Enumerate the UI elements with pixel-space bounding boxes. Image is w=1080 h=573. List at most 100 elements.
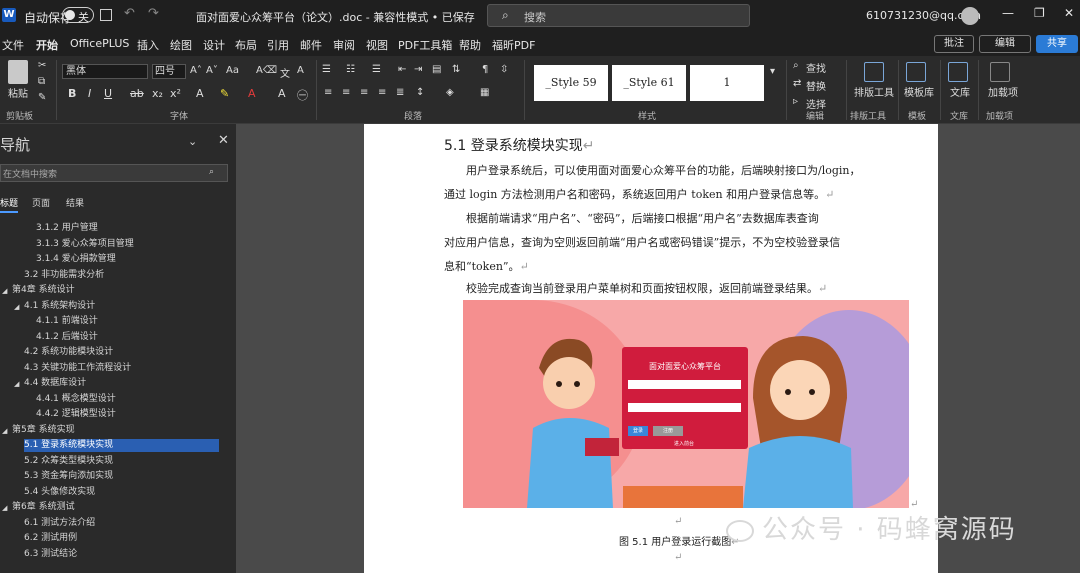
- chinese-layout-icon[interactable]: ▤: [432, 64, 441, 75]
- template-lib-icon[interactable]: [906, 62, 926, 82]
- shrink-font-icon[interactable]: A˅: [206, 65, 218, 76]
- paragraph-line[interactable]: 对应用户信息，查询为空则返回前端“用户名或密码错误”提示，不为空校验登录信: [444, 234, 840, 250]
- enclose-char-icon[interactable]: ㊀: [297, 87, 308, 103]
- justify-icon[interactable]: ≡: [378, 87, 386, 98]
- paragraph-line[interactable]: 校验完成查询当前登录用户菜单树和页面按钮权限，返回前端登录结果。↵: [466, 280, 827, 296]
- tab-design[interactable]: 设计: [203, 37, 225, 53]
- select-icon[interactable]: ▹: [793, 96, 798, 107]
- save-icon[interactable]: [100, 9, 112, 21]
- font-name-select[interactable]: 黑体: [62, 64, 148, 79]
- figure-caption[interactable]: 图 5.1 用户登录运行截图↵: [619, 533, 740, 548]
- expand-triangle-icon[interactable]: ◢: [2, 504, 7, 512]
- nav-heading-item[interactable]: 4.4.2 逻辑模型设计: [36, 408, 116, 421]
- tab-results[interactable]: 结果: [66, 196, 84, 209]
- tab-draw[interactable]: 绘图: [170, 37, 192, 53]
- tab-layout[interactable]: 布局: [235, 37, 257, 53]
- undo-icon[interactable]: ↶: [124, 6, 135, 21]
- replace-icon[interactable]: ⇄: [793, 78, 801, 89]
- clear-format-icon[interactable]: A⌫: [256, 65, 277, 76]
- show-marks-icon[interactable]: ¶: [482, 64, 488, 75]
- tab-insert[interactable]: 插入: [137, 37, 159, 53]
- edit-mode-button[interactable]: 编辑: [979, 35, 1031, 53]
- tab-officeplus[interactable]: OfficePLUS: [70, 37, 129, 50]
- nav-heading-item[interactable]: 6.1 测试方法介绍: [24, 517, 95, 530]
- underline-icon[interactable]: U: [104, 87, 112, 100]
- nav-heading-item[interactable]: 5.2 众筹类型模块实现: [24, 455, 113, 468]
- text-effects-icon[interactable]: A: [196, 87, 204, 100]
- nav-heading-item[interactable]: 4.1 系统架构设计: [24, 300, 95, 313]
- library-button[interactable]: 文库: [950, 84, 970, 99]
- tab-references[interactable]: 引用: [267, 37, 289, 53]
- nav-heading-item[interactable]: 4.3 关键功能工作流程设计: [24, 362, 131, 375]
- search-icon[interactable]: ⌕: [209, 167, 214, 177]
- paragraph-line[interactable]: 根据前端请求“用户名”、“密码”，后端接口根据“用户名”去数据库表查询: [466, 210, 819, 226]
- tab-mailings[interactable]: 邮件: [300, 37, 322, 53]
- distribute-icon[interactable]: ≣: [396, 87, 404, 98]
- tab-headings[interactable]: 标题: [0, 196, 19, 213]
- shading-icon[interactable]: ◈: [446, 87, 454, 98]
- grow-font-icon[interactable]: A˄: [190, 65, 202, 76]
- comment-button[interactable]: 批注: [934, 35, 974, 53]
- nav-heading-item[interactable]: 6.3 测试结论: [24, 548, 77, 561]
- expand-triangle-icon[interactable]: ◢: [14, 380, 19, 388]
- login-screenshot-image[interactable]: 面对面爱心众筹平台 登录 注册 进入前台: [463, 300, 909, 508]
- copy-icon[interactable]: ⧉: [38, 76, 45, 87]
- tab-pages[interactable]: 页面: [32, 196, 50, 209]
- font-color-icon[interactable]: A: [248, 87, 256, 100]
- nav-heading-item[interactable]: 第6章 系统测试: [12, 501, 75, 514]
- nav-heading-item[interactable]: 4.1.1 前端设计: [36, 315, 98, 328]
- tab-home[interactable]: 开始: [36, 37, 58, 58]
- avatar-icon[interactable]: [961, 7, 979, 25]
- expand-triangle-icon[interactable]: ◢: [2, 287, 7, 295]
- style-gallery-item[interactable]: 1: [690, 65, 764, 101]
- nav-heading-item[interactable]: 第5章 系统实现: [12, 424, 75, 437]
- paste-label[interactable]: 粘贴: [8, 85, 28, 100]
- nav-heading-item[interactable]: 6.2 测试用例: [24, 532, 77, 545]
- nav-search-input[interactable]: 在文档中搜索 ⌕: [0, 164, 228, 182]
- align-right-icon[interactable]: ≡: [360, 87, 368, 98]
- char-border-icon[interactable]: A: [297, 65, 304, 76]
- nav-heading-item[interactable]: 5.3 资金筹向添加实现: [24, 470, 113, 483]
- nav-heading-item[interactable]: 3.1.3 爱心众筹项目管理: [36, 238, 134, 251]
- cut-icon[interactable]: ✂: [38, 60, 46, 71]
- strikethrough-icon[interactable]: ab: [130, 87, 144, 100]
- nav-heading-item[interactable]: 4.4.1 概念模型设计: [36, 393, 116, 406]
- bullets-icon[interactable]: ☰: [322, 64, 331, 75]
- change-case-icon[interactable]: Aa: [226, 65, 239, 76]
- bold-icon[interactable]: B: [68, 87, 76, 100]
- paragraph-line[interactable]: 通过 login 方法检测用户名和密码，系统返回用户 token 和用户登录信息…: [444, 186, 834, 202]
- tab-foxit-pdf[interactable]: 福昕PDF: [492, 37, 535, 53]
- minimize-icon[interactable]: —: [1002, 6, 1014, 20]
- numbering-icon[interactable]: ☷: [346, 64, 355, 75]
- maximize-icon[interactable]: ❐: [1034, 6, 1045, 20]
- nav-heading-item[interactable]: 第4章 系统设计: [12, 284, 75, 297]
- nav-heading-item[interactable]: 3.1.4 爱心捐款管理: [36, 253, 116, 266]
- format-painter-icon[interactable]: ✎: [38, 92, 46, 103]
- nav-heading-item[interactable]: 5.1 登录系统模块实现: [24, 439, 219, 452]
- nav-heading-item[interactable]: 3.1.2 用户管理: [36, 222, 98, 235]
- tab-review[interactable]: 审阅: [333, 37, 355, 53]
- redo-icon[interactable]: ↷: [148, 6, 159, 21]
- paragraph-line[interactable]: 息和“token”。↵: [444, 258, 529, 274]
- decrease-indent-icon[interactable]: ⇤: [398, 64, 406, 75]
- highlight-icon[interactable]: ✎: [220, 87, 229, 100]
- tab-pdf-toolbox[interactable]: PDF工具箱: [398, 37, 452, 53]
- line-spacing-icon[interactable]: ↕: [416, 87, 424, 98]
- expand-triangle-icon[interactable]: ◢: [14, 303, 19, 311]
- superscript-icon[interactable]: x²: [170, 87, 181, 100]
- style-gallery-item[interactable]: _Style 59: [534, 65, 608, 101]
- share-button[interactable]: 共享: [1036, 35, 1078, 53]
- template-lib-button[interactable]: 模板库: [904, 84, 934, 99]
- layout-tool-icon[interactable]: [864, 62, 884, 82]
- close-icon[interactable]: ✕: [1064, 6, 1074, 20]
- replace-button[interactable]: 替换: [806, 78, 826, 93]
- paragraph-line[interactable]: 用户登录系统后，可以使用面对面爱心众筹平台的功能，后端映射接口为/login，: [466, 162, 861, 178]
- align-center-icon[interactable]: ≡: [342, 87, 350, 98]
- close-icon[interactable]: ✕: [218, 133, 229, 148]
- find-button[interactable]: 查找: [806, 60, 826, 75]
- tab-file[interactable]: 文件: [2, 37, 24, 53]
- addin-button[interactable]: 加载项: [988, 84, 1018, 99]
- align-left-icon[interactable]: ≡: [324, 87, 332, 98]
- layout-tool-button[interactable]: 排版工具: [854, 84, 894, 99]
- phonetic-icon[interactable]: 文: [280, 65, 290, 80]
